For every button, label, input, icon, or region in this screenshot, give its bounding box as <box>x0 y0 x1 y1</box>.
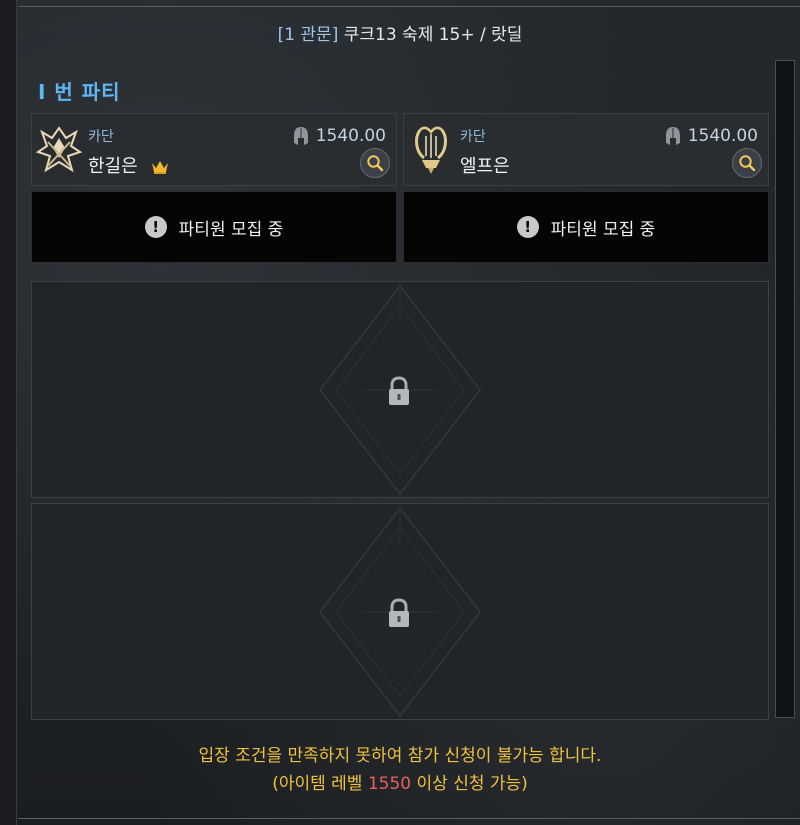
player-name: 한길은 <box>88 152 169 178</box>
player-name-text: 엘프은 <box>460 156 510 177</box>
recruiting-label: 파티원 모집 중 <box>550 219 656 240</box>
scrollbar[interactable] <box>775 60 795 718</box>
raid-title: [1 관문] 쿠크13 숙제 15+ / 랏딜 <box>0 20 800 45</box>
raid-title-text: 쿠크13 숙제 15+ / 랏딜 <box>343 25 523 45</box>
item-level: 1540.00 <box>664 126 758 146</box>
lock-icon <box>389 376 409 405</box>
gate-tag: [1 관문] <box>277 25 339 45</box>
inspect-button[interactable] <box>360 148 390 178</box>
notice-suffix: 이상 신청 가능) <box>411 774 528 794</box>
recruiting-slot[interactable]: ! 파티원 모집 중 <box>31 191 397 263</box>
server-name: 카단 <box>460 129 486 145</box>
notice-line-1: 입장 조건을 만족하지 못하여 참가 신청이 불가능 합니다. <box>198 746 602 766</box>
helmet-icon <box>665 127 680 145</box>
destroyer-emblem-icon <box>36 126 82 173</box>
locked-party-slot <box>31 503 769 720</box>
inspect-button[interactable] <box>732 148 762 178</box>
notice-prefix: (아이템 레벨 <box>272 774 368 794</box>
window-top-border <box>18 6 800 7</box>
recruiting-slot[interactable]: ! 파티원 모집 중 <box>403 191 769 263</box>
party-title: I 번 파티 <box>38 80 121 104</box>
party-member-card[interactable]: 카단 한길은 1540.00 <box>31 113 397 186</box>
locked-party-slot <box>31 281 769 498</box>
exclamation-icon: ! <box>144 216 167 238</box>
recruiting-label: 파티원 모집 중 <box>178 219 284 240</box>
server-name: 카단 <box>88 129 114 145</box>
exclamation-icon: ! <box>516 216 539 238</box>
lock-icon <box>389 598 409 627</box>
player-name: 엘프은 <box>460 152 510 178</box>
search-icon <box>739 155 756 172</box>
window-bottom-border <box>18 818 800 819</box>
search-icon <box>367 155 384 172</box>
item-level: 1540.00 <box>292 126 386 146</box>
helmet-icon <box>293 127 308 145</box>
item-level-value: 1540.00 <box>687 126 758 146</box>
item-level-value: 1540.00 <box>315 126 386 146</box>
notice-line-2: (아이템 레벨 1550 이상 신청 가능) <box>0 770 800 798</box>
lyre-bard-emblem-icon <box>415 126 447 174</box>
party-member-card[interactable]: 카단 엘프은 1540.00 <box>403 113 769 186</box>
window-left-frame <box>0 0 17 825</box>
required-item-level: 1550 <box>367 774 412 794</box>
player-name-text: 한길은 <box>88 156 138 177</box>
entry-requirement-notice: 입장 조건을 만족하지 못하여 참가 신청이 불가능 합니다. (아이템 레벨 … <box>0 742 800 798</box>
crown-icon <box>152 161 169 174</box>
